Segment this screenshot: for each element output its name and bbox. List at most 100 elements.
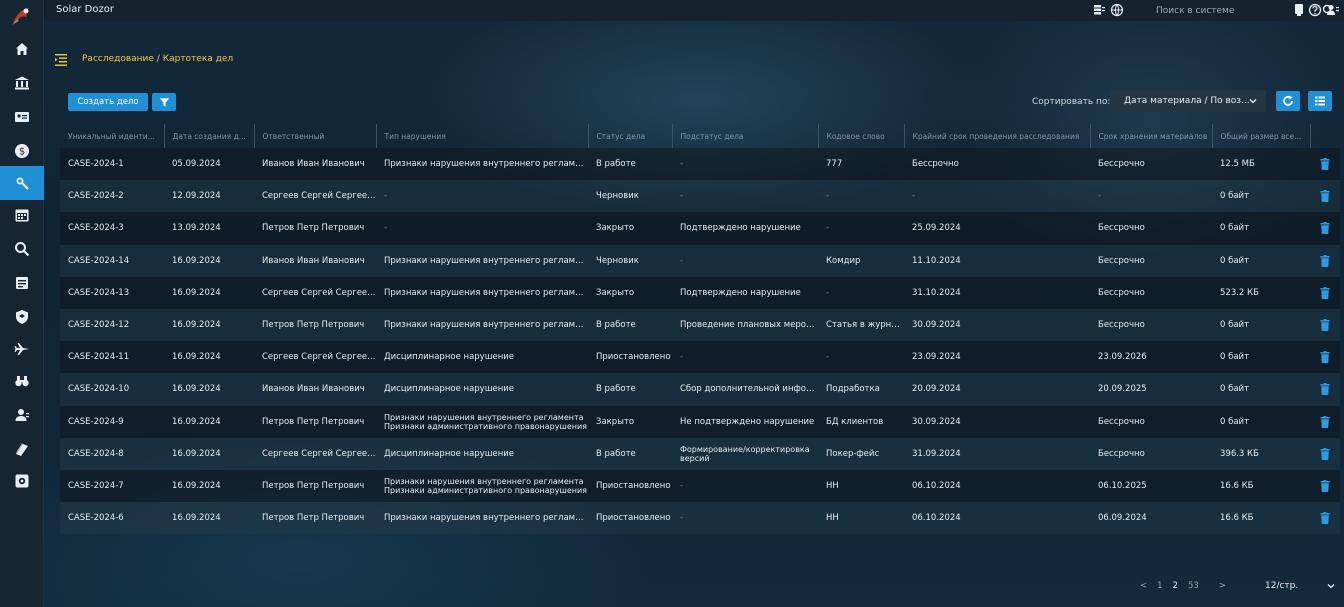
delete-button[interactable] — [1310, 212, 1340, 244]
table-row[interactable]: CASE-2024-10 16.09.2024 Иванов Иван Иванов… — [60, 373, 1340, 406]
table-cell: 0 байт — [1220, 352, 1250, 363]
table-cell: Проведение плановых меропри — [680, 320, 818, 331]
table-cell: Петров Петр Петрович — [262, 513, 365, 524]
calendar-icon — [15, 209, 29, 222]
column-header[interactable]: Крайний срок проведения расследования — [904, 124, 1091, 148]
table-cell: - — [826, 191, 830, 202]
user-menu-icon[interactable] — [1326, 3, 1340, 17]
column-header[interactable]: Тип нарушения — [376, 124, 589, 148]
table-row[interactable]: CASE-2024-9 16.09.2024 Петров Петр Петрови… — [60, 405, 1340, 438]
sidebar-item-search[interactable] — [0, 232, 44, 266]
table-cell: CASE-2024-10 — [68, 384, 130, 395]
sidebar-item-document[interactable] — [0, 266, 44, 300]
column-header[interactable]: Дата создания д... — [164, 124, 255, 148]
create-case-button[interactable]: Создать дело — [68, 93, 148, 111]
table-cell: Бессрочно — [1098, 448, 1145, 459]
table-cell: 06.10.2024 — [912, 480, 961, 491]
sidebar-item-dollar[interactable]: $ — [0, 134, 44, 168]
sidebar-item-plane[interactable] — [0, 332, 44, 366]
delete-button[interactable] — [1310, 341, 1340, 373]
column-header[interactable]: Общий размер все... — [1212, 124, 1311, 148]
delete-button[interactable] — [1310, 309, 1340, 341]
delete-button[interactable] — [1310, 277, 1340, 309]
sidebar-item-gear[interactable] — [0, 464, 44, 498]
sidebar-item-id-card[interactable] — [0, 100, 44, 134]
app-logo-icon[interactable] — [9, 5, 33, 27]
table-cell: CASE-2024-1 — [68, 159, 124, 170]
table-cell: 31.10.2024 — [912, 287, 961, 298]
column-header[interactable]: Ответственный — [254, 124, 377, 148]
page-size-select[interactable]: 12/стр. — [1255, 575, 1340, 597]
sidebar-item-investigation[interactable] — [0, 166, 44, 200]
table-row[interactable]: CASE-2024-14 16.09.2024 Иванов Иван Иванов… — [60, 244, 1340, 277]
prev-page-button[interactable]: < — [1140, 581, 1147, 591]
sidebar-item-user[interactable] — [0, 398, 44, 432]
sidebar-item-bank[interactable] — [0, 66, 44, 100]
sidebar-item-book[interactable] — [0, 432, 44, 466]
trash-icon — [1320, 158, 1330, 171]
sidebar-item-shield[interactable] — [0, 300, 44, 334]
table-cell: Признаки нарушения внутреннего регламент… — [384, 255, 588, 266]
menu-toggle-icon[interactable] — [54, 53, 68, 67]
database-icon[interactable] — [1092, 3, 1106, 17]
table-cell: В работе — [596, 448, 636, 459]
table-cell: Подработка — [826, 384, 880, 395]
table-row[interactable]: CASE-2024-12 16.09.2024 Петров Петр Петров… — [60, 308, 1340, 342]
table-cell: 0 байт — [1220, 320, 1250, 331]
search-input[interactable] — [1152, 2, 1282, 19]
table-row[interactable]: CASE-2024-13 16.09.2024 Сергеев Сергей Сер… — [60, 276, 1340, 309]
delete-button[interactable] — [1310, 406, 1340, 438]
delete-button[interactable] — [1310, 502, 1340, 534]
table-cell: Дисциплинарное нарушение — [384, 352, 515, 363]
table-cell: Сбор дополнительной информа — [680, 384, 818, 395]
filter-button[interactable] — [152, 93, 176, 111]
next-page-button[interactable]: > — [1219, 581, 1226, 591]
table-cell: - — [912, 191, 916, 202]
globe-icon[interactable] — [1110, 3, 1124, 17]
columns-settings-button[interactable] — [1308, 91, 1332, 111]
column-header[interactable]: Уникальный иденти... — [60, 124, 165, 148]
sidebar-item-home[interactable] — [0, 32, 44, 66]
column-header[interactable] — [1310, 124, 1340, 148]
delete-button[interactable] — [1310, 180, 1340, 212]
refresh-icon — [1283, 95, 1293, 106]
table-cell: 13.09.2024 — [172, 223, 221, 234]
page-number[interactable]: 2 — [1173, 581, 1178, 591]
table-cell: 16.6 КБ — [1220, 480, 1254, 491]
document-icon — [16, 277, 28, 289]
table-cell: Закрыто — [596, 287, 635, 298]
table-row[interactable]: CASE-2024-8 16.09.2024 Сергеев Сергей Серг… — [60, 437, 1340, 470]
delete-button[interactable] — [1310, 373, 1340, 405]
table-cell: Приостановлено — [596, 480, 671, 491]
table-row[interactable]: CASE-2024-7 16.09.2024 Петров Петр Петрови… — [60, 469, 1340, 503]
table-cell: 12.5 МБ — [1220, 159, 1255, 170]
column-header[interactable]: Срок хранения материалов — [1090, 124, 1213, 148]
column-header[interactable]: Кодовое слово — [818, 124, 905, 148]
sidebar-item-calendar[interactable] — [0, 198, 44, 232]
page-number[interactable]: 1 — [1157, 581, 1162, 591]
breadcrumb[interactable]: Расследование / Картотека дел — [82, 54, 233, 64]
table-row[interactable]: CASE-2024-1 05.09.2024 Иванов Иван Иванови… — [60, 148, 1340, 181]
table-row[interactable]: CASE-2024-11 16.09.2024 Сергеев Сергей Сер… — [60, 341, 1340, 374]
table-cell: Не подтверждено нарушение — [680, 416, 815, 427]
table-row[interactable]: CASE-2024-3 13.09.2024 Петров Петр Петрови… — [60, 212, 1340, 245]
refresh-button[interactable] — [1276, 91, 1300, 111]
delete-button[interactable] — [1310, 438, 1340, 470]
delete-button[interactable] — [1310, 245, 1340, 277]
table-cell: CASE-2024-8 — [68, 448, 124, 459]
delete-button[interactable] — [1310, 470, 1340, 502]
table-row[interactable]: CASE-2024-6 16.09.2024 Петров Петр Петрови… — [60, 502, 1340, 535]
top-bar: Solar Dozor — [44, 0, 1344, 21]
column-header[interactable]: Подстатус дела — [672, 124, 819, 148]
column-header[interactable]: Статус дела — [588, 124, 673, 148]
table-cell: 16.09.2024 — [172, 384, 221, 395]
page-number[interactable]: 53 — [1188, 581, 1199, 591]
table-cell: CASE-2024-11 — [68, 352, 130, 363]
table-row[interactable]: CASE-2024-2 12.09.2024 Сергеев Сергей Серг… — [60, 180, 1340, 213]
help-icon[interactable] — [1308, 3, 1322, 17]
sort-select[interactable]: Дата материала / По воз... — [1110, 90, 1266, 112]
notifications-icon[interactable] — [1292, 3, 1306, 17]
sidebar-item-binoculars[interactable] — [0, 364, 44, 398]
table-cell: 777 — [826, 159, 843, 170]
delete-button[interactable] — [1310, 148, 1340, 180]
